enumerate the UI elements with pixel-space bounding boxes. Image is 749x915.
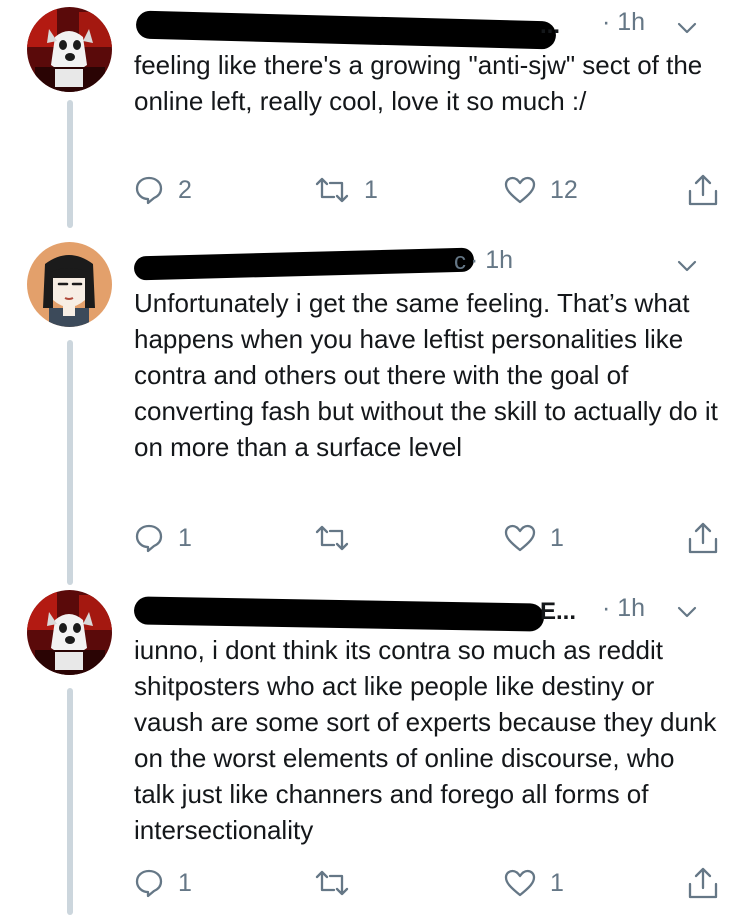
share-button[interactable] bbox=[687, 518, 719, 558]
avatar-dog[interactable] bbox=[27, 590, 112, 675]
like-count: 12 bbox=[550, 175, 578, 204]
username-fragment: E... bbox=[540, 598, 577, 625]
like-count: 1 bbox=[550, 523, 564, 552]
tweet-3[interactable]: E... · 1h iunno, i dont think its contra… bbox=[0, 580, 749, 915]
like-button[interactable]: 12 bbox=[504, 170, 578, 210]
tweet-time[interactable]: · 1h bbox=[602, 8, 645, 37]
reply-count: 1 bbox=[178, 523, 192, 552]
tweet-time[interactable]: · 1h bbox=[470, 246, 513, 275]
reply-bubble-icon bbox=[135, 524, 163, 553]
share-icon bbox=[688, 867, 718, 899]
like-button[interactable]: 1 bbox=[504, 863, 564, 903]
reply-button[interactable]: 2 bbox=[134, 170, 192, 210]
heart-icon bbox=[504, 176, 536, 204]
reply-button[interactable]: 1 bbox=[134, 863, 192, 903]
tweet-2-header: c · 1h bbox=[132, 242, 729, 281]
chevron-down-icon[interactable] bbox=[675, 600, 699, 624]
retweet-count: 1 bbox=[364, 175, 378, 204]
tweet-actions: 2 1 12 bbox=[134, 170, 725, 210]
tweet-text: Unfortunately i get the same feeling. Th… bbox=[134, 288, 718, 462]
retweet-button[interactable] bbox=[314, 863, 364, 903]
tweet-text: feeling like there's a growing "anti-sjw… bbox=[134, 50, 703, 116]
tweet-actions: 1 1 bbox=[134, 863, 725, 903]
like-button[interactable]: 1 bbox=[504, 518, 564, 558]
tweet-actions: 1 1 bbox=[134, 518, 725, 558]
tweet-time[interactable]: · 1h bbox=[602, 594, 645, 623]
tweet-1[interactable]: ... · 1h feeling like there's a growing … bbox=[0, 0, 749, 228]
reply-button[interactable]: 1 bbox=[134, 518, 192, 558]
tweet-1-header: ... · 1h bbox=[132, 8, 729, 50]
avatar-cartoon-girl[interactable] bbox=[27, 242, 112, 327]
tweet-text: iunno, i dont think its contra so much a… bbox=[134, 635, 717, 845]
share-icon bbox=[688, 522, 718, 554]
tweet-3-header: E... · 1h bbox=[132, 592, 729, 632]
like-count: 1 bbox=[550, 868, 564, 897]
share-button[interactable] bbox=[687, 863, 719, 903]
retweet-icon bbox=[315, 177, 349, 203]
username-fragment: c bbox=[454, 248, 466, 275]
retweet-icon bbox=[315, 525, 349, 551]
redacted-username bbox=[133, 596, 545, 632]
retweet-button[interactable] bbox=[314, 518, 364, 558]
retweet-icon bbox=[315, 870, 349, 896]
reply-bubble-icon bbox=[135, 869, 163, 898]
chevron-down-icon[interactable] bbox=[675, 16, 699, 40]
heart-icon bbox=[504, 524, 536, 552]
retweet-button[interactable]: 1 bbox=[314, 170, 378, 210]
reply-count: 1 bbox=[178, 868, 192, 897]
share-icon bbox=[688, 174, 718, 206]
heart-icon bbox=[504, 869, 536, 897]
tweet-2[interactable]: c · 1h Unfortunately i get the same feel… bbox=[0, 228, 749, 580]
reply-bubble-icon bbox=[135, 176, 163, 205]
redacted-username bbox=[135, 10, 557, 50]
redacted-username bbox=[133, 247, 475, 281]
reply-count: 2 bbox=[178, 175, 192, 204]
chevron-down-icon[interactable] bbox=[675, 254, 699, 278]
avatar-dog[interactable] bbox=[27, 7, 112, 92]
username-fragment: ... bbox=[540, 12, 561, 39]
share-button[interactable] bbox=[687, 170, 719, 210]
